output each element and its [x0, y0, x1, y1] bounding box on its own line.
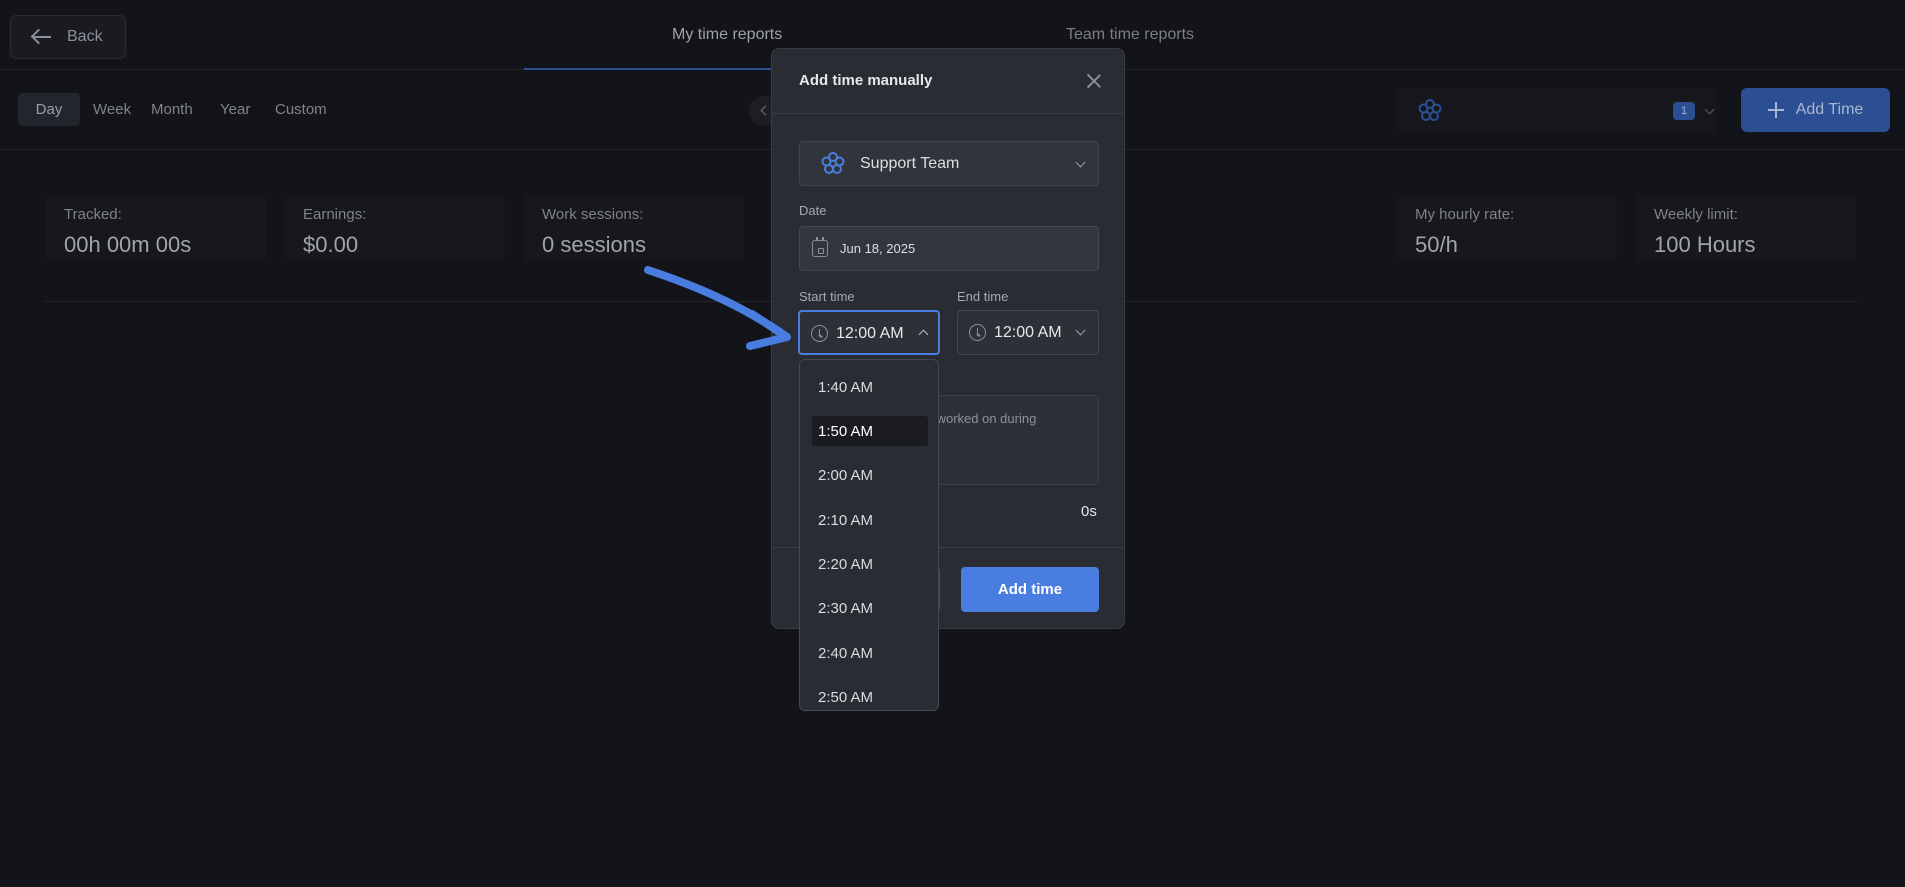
time-option[interactable]: 2:10 AM — [812, 505, 928, 535]
duration-value: 0s — [1081, 503, 1097, 520]
tab-team-time-reports[interactable]: Team time reports — [1066, 26, 1194, 44]
organization-selector[interactable] — [1397, 88, 1717, 134]
modal-header-divider — [772, 113, 1124, 114]
stat-sessions-label: Work sessions: — [542, 206, 644, 223]
stat-earnings-value: $0.00 — [303, 232, 359, 257]
start-time-select[interactable]: 12:00 AM — [798, 310, 940, 355]
time-option[interactable]: 1:40 AM — [812, 372, 928, 402]
back-button-label: Back — [67, 28, 103, 45]
modal-title: Add time manually — [799, 72, 933, 89]
chevron-down-icon — [1075, 157, 1086, 168]
time-option[interactable]: 2:50 AM — [812, 682, 928, 710]
team-select-value: Support Team — [860, 155, 960, 172]
clock-icon — [969, 324, 986, 341]
back-button[interactable]: Back — [10, 15, 126, 59]
period-tab-year[interactable]: Year — [220, 101, 250, 118]
stat-rate-label: My hourly rate: — [1415, 206, 1515, 223]
organization-count-badge: 1 — [1673, 102, 1695, 120]
arrow-left-icon — [31, 30, 53, 44]
stat-limit-label: Weekly limit: — [1654, 206, 1738, 223]
date-label: Date — [799, 203, 827, 218]
time-option[interactable]: 2:20 AM — [812, 549, 928, 579]
add-time-button[interactable]: Add Time — [1741, 88, 1890, 132]
chevron-up-icon — [918, 329, 929, 340]
flower-logo-icon — [821, 152, 845, 174]
stat-tracked-label: Tracked: — [64, 206, 122, 223]
annotation-arrow-icon — [644, 266, 791, 350]
submit-add-time-button[interactable]: Add time — [961, 567, 1099, 612]
date-field[interactable]: Jun 18, 2025 — [799, 226, 1099, 271]
start-time-value: 12:00 AM — [836, 325, 904, 342]
flower-logo-icon — [1418, 99, 1442, 121]
chevron-down-icon — [1075, 325, 1086, 336]
stat-sessions-value: 0 sessions — [542, 232, 646, 257]
chevron-left-icon — [760, 105, 771, 116]
time-option-selected[interactable]: 1:50 AM — [812, 416, 928, 446]
close-icon[interactable] — [1086, 73, 1102, 89]
end-time-value: 12:00 AM — [994, 324, 1062, 341]
time-option[interactable]: 2:30 AM — [812, 593, 928, 623]
stat-rate-value: 50/h — [1415, 232, 1458, 257]
end-time-select[interactable]: 12:00 AM — [957, 310, 1099, 355]
start-time-dropdown: 1:40 AM 1:50 AM 2:00 AM 2:10 AM 2:20 AM … — [799, 359, 939, 711]
time-option[interactable]: 2:00 AM — [812, 460, 928, 490]
stat-tracked-value: 00h 00m 00s — [64, 232, 192, 257]
tab-my-time-reports[interactable]: My time reports — [672, 26, 782, 44]
calendar-icon — [812, 237, 828, 257]
period-tab-day[interactable]: Day — [18, 93, 80, 126]
stat-limit-value: 100 Hours — [1654, 232, 1756, 257]
end-time-label: End time — [957, 289, 1009, 304]
period-tab-custom[interactable]: Custom — [275, 101, 327, 118]
date-value: Jun 18, 2025 — [840, 241, 916, 256]
start-time-label: Start time — [799, 289, 855, 304]
period-tab-week[interactable]: Week — [93, 101, 131, 118]
team-select[interactable]: Support Team — [799, 141, 1099, 186]
stat-earnings-label: Earnings: — [303, 206, 367, 223]
clock-icon — [811, 325, 828, 342]
time-option[interactable]: 2:40 AM — [812, 638, 928, 668]
period-tab-month[interactable]: Month — [151, 101, 193, 118]
add-time-button-label: Add Time — [1795, 101, 1864, 118]
plus-icon — [1767, 102, 1784, 118]
